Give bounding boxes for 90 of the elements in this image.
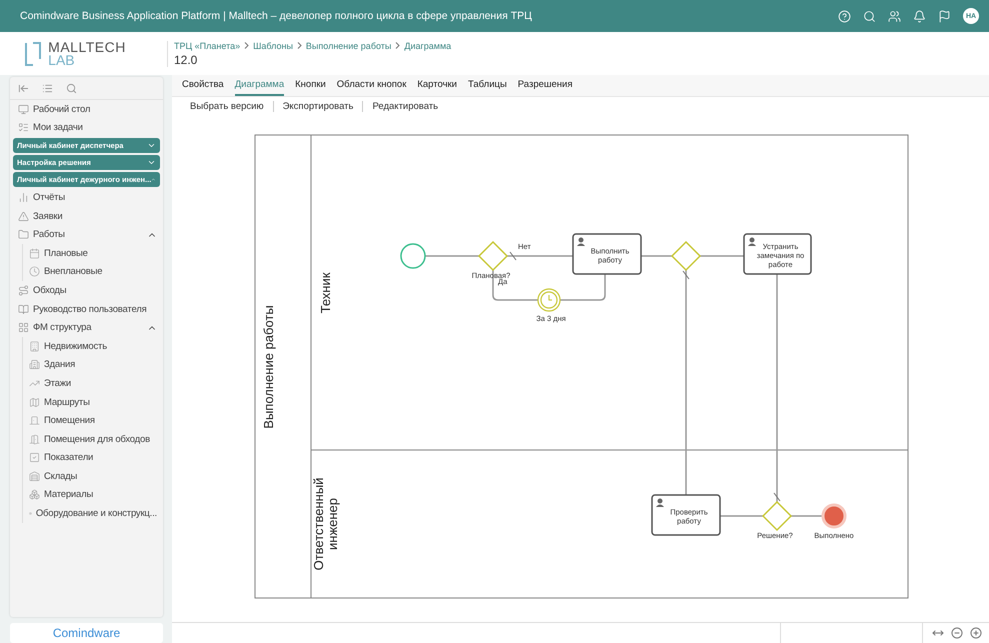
app-title: Comindware Business Application Platform | Malltech – девелопер полного цикла в сфере управления ТРЦ — [20, 10, 533, 22]
calendar-icon — [29, 248, 40, 259]
sidebar-item[interactable]: Материалы — [23, 486, 163, 504]
clock-icon — [29, 266, 40, 278]
tab[interactable]: Кнопки — [295, 79, 326, 96]
tab[interactable]: Области кнопок — [336, 79, 406, 96]
tab[interactable]: Таблицы — [468, 79, 507, 96]
sequence-flow — [560, 274, 606, 301]
sidebar-item[interactable]: Помещения — [23, 411, 163, 430]
sidebar-item[interactable]: Этажи — [23, 374, 163, 393]
book-icon — [18, 304, 29, 315]
user-icon — [656, 498, 664, 507]
door-icon — [29, 434, 40, 445]
breadcrumb-link[interactable]: Выполнение работы — [306, 40, 392, 50]
sidebar-item[interactable]: Руководство пользователя — [10, 300, 163, 318]
folder-icon — [18, 229, 29, 240]
boxes-icon — [29, 489, 40, 500]
user-icon — [748, 238, 756, 246]
door-icon — [29, 415, 40, 426]
sidebar-item[interactable]: Работы — [10, 225, 163, 244]
tab[interactable]: Карточки — [417, 79, 457, 96]
tab[interactable]: Свойства — [182, 79, 224, 96]
building-icon — [29, 359, 40, 370]
toolbar-button[interactable]: Выбрать версию — [190, 100, 273, 112]
tab[interactable]: Диаграмма — [234, 79, 284, 96]
logo-name: MALLTECH — [48, 40, 126, 54]
breadcrumb-link[interactable]: Диаграмма — [404, 40, 452, 50]
toolbar-button[interactable]: Экспортировать — [272, 100, 362, 112]
sidebar-item[interactable]: ФМ структура — [10, 318, 163, 337]
building-icon — [29, 340, 40, 352]
task-box — [651, 494, 721, 536]
help-icon[interactable] — [838, 10, 851, 22]
start-event — [400, 243, 426, 269]
sidebar-item[interactable]: Здания — [23, 356, 163, 374]
task-box — [572, 233, 642, 275]
sidebar-item[interactable]: Мои задачи — [10, 118, 163, 138]
bar-chart-icon — [18, 192, 29, 203]
map-icon — [29, 396, 40, 408]
gateway-diamond — [478, 240, 508, 272]
user-icon — [577, 238, 585, 246]
zoom-in-icon[interactable] — [970, 627, 982, 639]
sidebar-item[interactable]: Оборудование и конструкц... — [23, 504, 163, 523]
default-flow-mark — [510, 252, 516, 260]
sidebar-item[interactable]: Маршруты — [23, 392, 163, 412]
logo-subtitle: LAB — [48, 54, 75, 66]
toolbar-button[interactable]: Редактировать — [362, 100, 448, 112]
sidebar-item[interactable]: Заявки — [10, 206, 163, 226]
list-icon[interactable] — [42, 82, 53, 94]
breadcrumb-link[interactable]: Шаблоны — [253, 40, 293, 50]
collapse-icon[interactable] — [18, 82, 29, 94]
gateway-diamond — [670, 240, 702, 272]
pool-label: Выполнение работы — [261, 305, 276, 429]
sidebar-item[interactable]: Недвижимость — [23, 336, 163, 356]
sidebar-item[interactable]: Помещения для обходов — [23, 430, 163, 448]
brand-logo: Comindware — [10, 623, 163, 643]
gateway-diamond — [762, 500, 792, 532]
task-box — [743, 233, 812, 275]
sidebar-item[interactable]: Внеплановые — [23, 262, 163, 282]
chevron-right-icon — [395, 42, 400, 49]
search-icon[interactable] — [863, 10, 876, 22]
task-list-icon — [18, 122, 29, 134]
zoom-out-icon[interactable] — [951, 627, 963, 639]
checkbox-icon — [29, 452, 40, 464]
warning-icon — [18, 210, 29, 222]
warehouse-icon — [29, 470, 40, 482]
bell-icon[interactable] — [913, 10, 926, 22]
version-number: 12.0 — [174, 52, 198, 66]
sidebar-item[interactable]: Обходы — [10, 281, 163, 300]
grid-icon — [18, 322, 29, 334]
lane-label: Техник — [318, 272, 333, 314]
end-event — [822, 504, 846, 528]
logo-bracket-icon — [24, 42, 42, 66]
monitor-icon — [18, 104, 29, 115]
sidebar-item[interactable]: Склады — [23, 467, 163, 486]
route-icon — [18, 284, 29, 296]
breadcrumb-link[interactable]: ТРЦ «Планета» — [174, 40, 240, 50]
sidebar-item[interactable]: Рабочий стол — [10, 100, 163, 119]
default-flow-mark — [774, 492, 780, 502]
sidebar-item[interactable]: Плановые — [23, 244, 163, 263]
lane-label: Ответственный инженер — [311, 478, 340, 570]
users-icon[interactable] — [888, 10, 901, 22]
sidebar-item[interactable]: Показатели — [23, 448, 163, 468]
chevron-right-icon — [244, 42, 250, 49]
timer-event — [537, 288, 561, 312]
flag-icon[interactable] — [938, 10, 951, 22]
chevron-right-icon — [296, 42, 302, 49]
sidebar-item[interactable]: Отчёты — [10, 188, 163, 207]
default-flow-mark — [682, 270, 690, 280]
search-icon[interactable] — [66, 82, 77, 94]
tab[interactable]: Разрешения — [518, 79, 573, 96]
